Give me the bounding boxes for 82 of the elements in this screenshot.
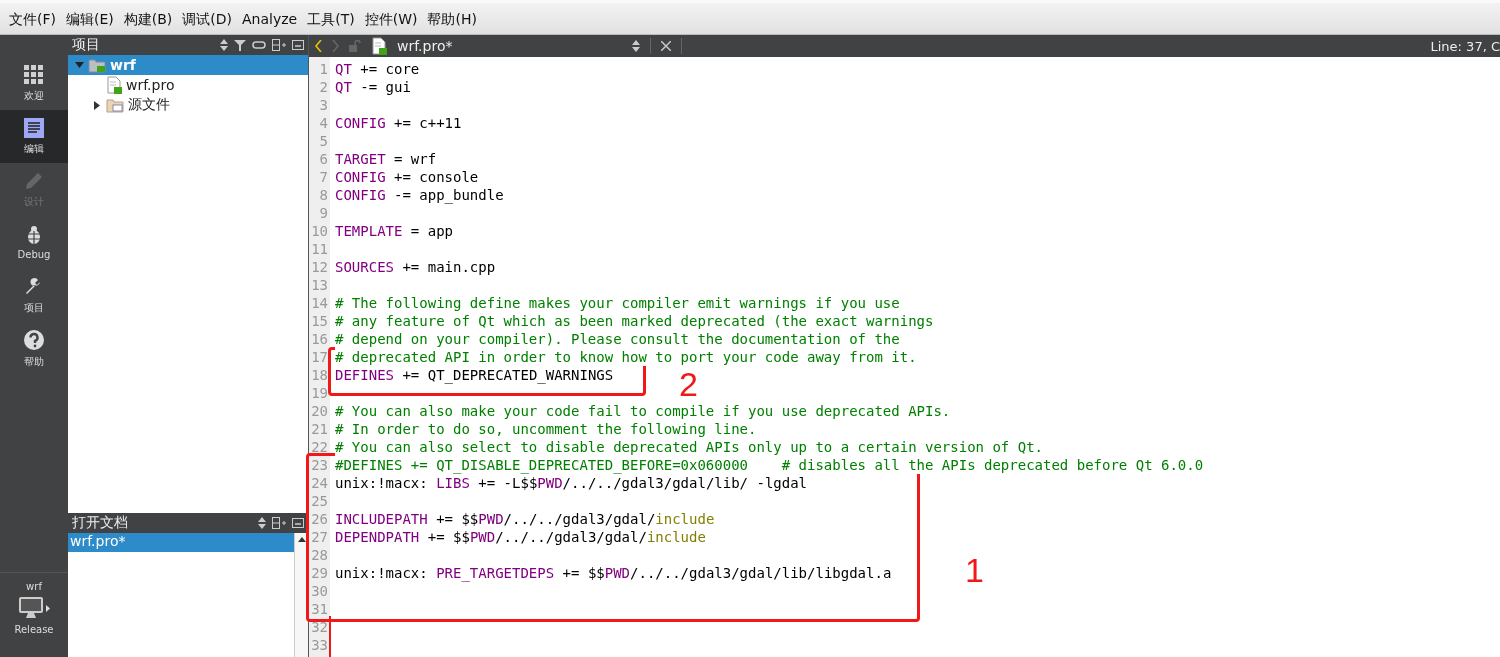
sort-icon[interactable] [220,39,228,51]
close-panel-icon[interactable] [292,40,304,50]
scroll-up-icon[interactable] [297,537,306,542]
close-panel-icon[interactable] [292,518,304,528]
project-name: wrf [26,581,42,592]
line-number: 2 [318,78,329,96]
build-config: Release [14,624,54,635]
line-number: 26 [310,510,329,528]
split-icon[interactable] [272,39,286,51]
line-number: 25 [310,492,329,510]
file-name: wrf.pro* [397,38,454,54]
monitor-icon[interactable] [18,596,44,620]
folder-icon [88,57,106,73]
annotation-line [329,616,331,657]
sort-icon[interactable] [632,40,640,52]
line-number: 27 [310,528,329,546]
line-number: 21 [310,420,329,438]
cursor-position: Line: 37, C [1430,38,1500,54]
menu-item[interactable]: 编辑(E) [61,8,119,29]
mode-button[interactable]: 编辑 [0,110,68,163]
menu-item[interactable]: 控件(W) [359,8,423,29]
line-number: 17 [310,348,329,366]
link-icon[interactable] [252,41,266,49]
line-number: 10 [310,222,329,240]
filter-icon[interactable] [234,39,246,51]
line-number: 13 [310,276,329,294]
annotation-label: 1 [965,553,984,587]
line-number: 19 [310,384,329,402]
line-number: 32 [310,618,329,636]
line-number: 6 [318,150,329,168]
line-number: 33 [310,636,329,654]
pencil-icon [24,170,44,191]
line-number: 30 [310,582,329,600]
menu-item[interactable]: 工具(T) [302,8,360,29]
tree-item[interactable]: wrf.pro [68,75,308,95]
folder-icon [106,97,124,113]
line-number: 28 [310,546,329,564]
line-number: 14 [310,294,329,312]
mode-button[interactable]: 帮助 [0,322,68,375]
line-number: 15 [310,312,329,330]
line-number: 29 [310,564,329,582]
grid-icon [24,64,44,85]
annotation-label: 2 [679,367,698,401]
menu-item[interactable]: Analyze [237,8,303,29]
line-number: 4 [318,114,329,132]
line-number: 9 [318,204,329,222]
mode-button[interactable]: 欢迎 [0,57,68,110]
menu-item[interactable]: 文件(F) [4,8,61,29]
line-number: 5 [318,132,329,150]
line-number: 11 [310,240,329,258]
line-number: 24 [310,474,329,492]
document-item[interactable]: wrf.pro* [68,533,294,552]
line-number: 31 [310,600,329,618]
split-icon[interactable] [272,517,286,529]
menu-item[interactable]: 帮助(H) [422,8,482,29]
line-number: 8 [318,186,329,204]
file-icon [371,37,387,55]
line-number: 16 [310,330,329,348]
line-number: 22 [310,438,329,456]
document-icon [24,117,44,138]
sort-icon[interactable] [258,517,266,529]
tree-item[interactable]: 源文件 [68,95,308,115]
mode-button[interactable]: 项目 [0,269,68,322]
file-icon [106,76,122,94]
line-number: 23 [310,456,329,474]
panel-title: 项目 [72,36,101,54]
help-icon [23,328,45,351]
panel-title: 打开文档 [72,514,129,532]
line-number: 7 [318,168,329,186]
menu-item[interactable]: 构建(B) [118,8,178,29]
expand-arrow-icon[interactable] [46,604,50,612]
menu-item[interactable]: 调试(D) [177,8,237,29]
collapsed-arrow-icon[interactable] [94,100,100,110]
line-number: 20 [310,402,329,420]
line-number: 3 [318,96,329,114]
expanded-arrow-icon[interactable] [74,62,84,68]
line-number: 18 [310,366,329,384]
line-number: 12 [310,258,329,276]
close-icon[interactable] [661,41,671,51]
mode-button[interactable]: Debug [0,216,68,269]
tree-item[interactable]: wrf [68,55,308,75]
line-number: 1 [318,60,329,78]
